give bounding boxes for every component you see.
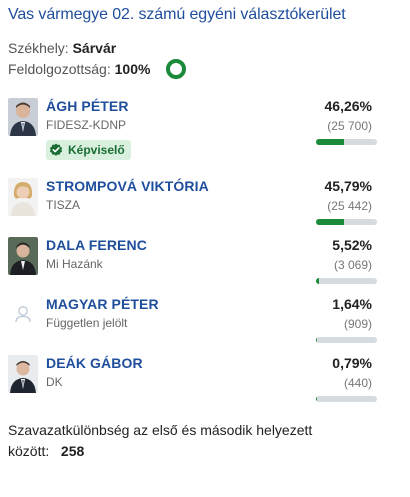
candidate-name[interactable]: ÁGH PÉTER (46, 98, 129, 114)
candidate-percent: 0,79% (332, 355, 372, 371)
candidate-percent: 5,52% (332, 237, 372, 253)
candidate-row[interactable]: STROMPOVÁ VIKTÓRIA TISZA 45,79% (25 442) (0, 178, 410, 234)
candidate-row[interactable]: DALA FERENC Mi Hazánk 5,52% (3 069) (0, 237, 410, 293)
candidate-photo (8, 355, 38, 393)
candidate-party: TISZA (46, 198, 81, 212)
vote-share-bar-fill (316, 219, 344, 225)
candidate-photo (8, 237, 38, 275)
district-title: Vas vármegye 02. számú egyéni választóke… (8, 6, 346, 23)
candidate-photo-placeholder (8, 296, 38, 334)
processed-row: Feldolgozottság: 100% (8, 61, 150, 77)
candidate-percent: 45,79% (324, 178, 372, 194)
check-badge-icon (49, 143, 63, 156)
candidate-votes: (3 069) (333, 258, 372, 272)
candidate-name[interactable]: STROMPOVÁ VIKTÓRIA (46, 178, 209, 194)
vote-share-bar (316, 396, 377, 402)
seat-label: Székhely: (8, 40, 69, 56)
seat-value: Sárvár (72, 40, 117, 56)
candidate-percent: 46,26% (324, 98, 372, 114)
vote-difference-note: Szavazatkülönbség az első és második hel… (8, 420, 388, 462)
candidate-party: FIDESZ-KDNP (46, 118, 127, 132)
processed-label: Feldolgozottság: (8, 61, 111, 77)
candidate-row[interactable]: DEÁK GÁBOR DK 0,79% (440) (0, 355, 410, 411)
user-placeholder-icon (8, 296, 38, 334)
candidate-percent: 1,64% (332, 296, 372, 312)
vote-share-bar (316, 337, 377, 343)
candidate-name[interactable]: MAGYAR PÉTER (46, 296, 159, 312)
vote-share-bar-fill (316, 337, 317, 343)
candidate-party: Független jelölt (46, 316, 128, 330)
processed-ring-icon (166, 59, 186, 79)
candidate-row[interactable]: MAGYAR PÉTER Független jelölt 1,64% (909… (0, 296, 410, 352)
candidate-party: Mi Hazánk (46, 257, 103, 271)
vote-difference-label: között: (8, 443, 50, 459)
vote-difference-value: 258 (60, 443, 85, 459)
candidate-name[interactable]: DEÁK GÁBOR (46, 355, 143, 371)
vote-share-bar (316, 219, 377, 225)
vote-difference-text: Szavazatkülönbség az első és második hel… (8, 422, 313, 438)
vote-share-bar (316, 278, 377, 284)
candidate-votes: (25 700) (327, 119, 372, 133)
vote-share-bar (316, 139, 377, 145)
candidate-party: DK (46, 375, 63, 389)
vote-difference-row: között: 258 (8, 441, 388, 462)
vote-share-bar-fill (316, 278, 320, 284)
candidate-votes: (25 442) (327, 199, 372, 213)
vote-share-bar-fill (316, 139, 345, 145)
representative-badge: Képviselő (46, 140, 131, 160)
badge-label: Képviselő (68, 143, 125, 157)
candidate-votes: (909) (343, 317, 372, 331)
candidate-photo (8, 98, 38, 136)
candidate-photo (8, 178, 38, 216)
seat-row: Székhely: Sárvár (8, 40, 116, 56)
processed-value: 100% (114, 61, 151, 77)
candidate-name[interactable]: DALA FERENC (46, 237, 147, 253)
candidate-votes: (440) (343, 376, 372, 390)
